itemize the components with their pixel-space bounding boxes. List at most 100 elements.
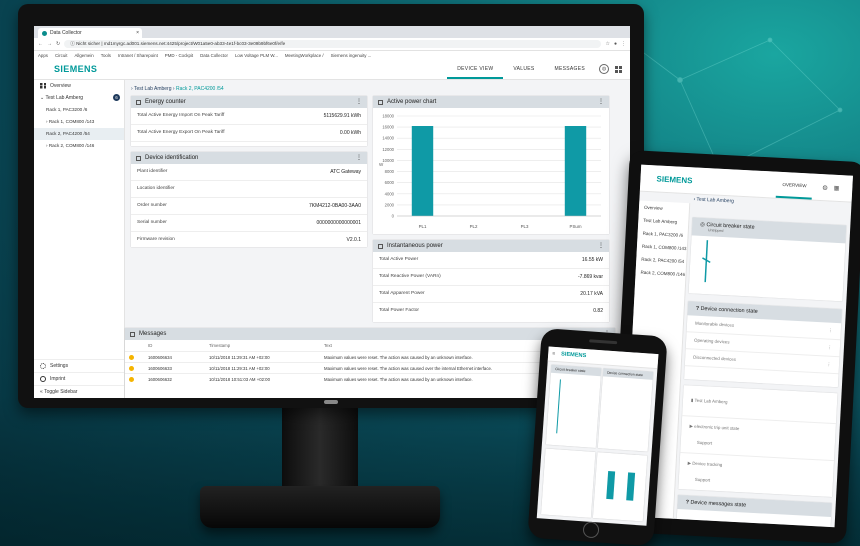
tab-messages[interactable]: MESSAGES: [545, 59, 595, 79]
kv-label: Serial number: [137, 220, 167, 225]
breadcrumb-current[interactable]: Test Lab Amberg: [696, 197, 734, 205]
sidebar-item-imprint[interactable]: Imprint: [34, 372, 124, 385]
more-icon[interactable]: ⋮: [826, 357, 832, 373]
list-item[interactable]: ▶ Device tracking Support: [678, 453, 834, 497]
bookmark-item[interactable]: Apps: [38, 53, 48, 58]
sidebar-item-overview[interactable]: Overview: [34, 80, 124, 92]
browser-tab[interactable]: Data Collector ×: [38, 28, 142, 38]
x-tick-label: PL3: [521, 224, 529, 229]
dashboard-icon: [40, 82, 46, 89]
kv-row: Total Active Energy Import On Peak Tarif…: [131, 108, 367, 125]
home-button[interactable]: [582, 521, 600, 539]
sidebar-item-label: Rack 2, COM800 /146: [48, 143, 95, 148]
x-tick-label: PL2: [470, 224, 478, 229]
bookmark-item[interactable]: Data Collector: [200, 53, 228, 58]
help-icon: ?: [685, 499, 690, 506]
kv-row: Total Apparent Power 20.17 kVA: [373, 286, 609, 303]
phone-card-list: [540, 448, 596, 518]
more-icon[interactable]: ⋮: [356, 96, 362, 108]
circuit-breaker-card: ◎ Circuit breaker state Untripped: [688, 217, 847, 302]
table-cell: [125, 373, 144, 384]
kv-row: Location identifier: [131, 181, 367, 198]
address-bar[interactable]: ⓘ Nicht sicher | md1myrgc.ad001.siemens.…: [64, 40, 602, 48]
column-header-icon: [125, 340, 144, 352]
card-header: Energy counter ⋮: [131, 96, 367, 108]
table-cell: 10/11/2018 10:51:03 AM +02:00: [205, 373, 320, 384]
sidebar-item-rack2-com800[interactable]: Rack 2, COM800 /146: [635, 265, 686, 281]
more-icon[interactable]: ⋮: [356, 152, 362, 164]
play-icon: ▶: [687, 460, 692, 466]
tab-device-view[interactable]: DEVICE VIEW: [447, 59, 504, 79]
tab-overview[interactable]: OVERVIEW: [775, 171, 814, 200]
row-label: electronic trip unit state: [694, 423, 740, 432]
app-header: SIEMENS DEVICE VIEW VALUES MESSAGES ◍: [34, 59, 630, 80]
column-header-timestamp: Timestamp: [209, 343, 231, 348]
bar: [411, 126, 434, 216]
active-power-chart-card: Active power chart ⋮ 18000 16000 14000 1200…: [373, 96, 609, 234]
reload-icon[interactable]: ↻: [56, 41, 60, 47]
sidebar-item-rack2-pac4200[interactable]: Rack 2, PAC4200 /54: [34, 128, 124, 140]
globe-icon[interactable]: ◍: [822, 184, 828, 191]
sidebar-footer: Settings Imprint « Toggle Sidebar: [34, 359, 124, 398]
warning-icon: [129, 376, 134, 382]
bookmark-item[interactable]: Intranet / Sharepoint: [118, 53, 158, 58]
sidebar-item-label: Rack 1, COM800 /143: [48, 119, 95, 124]
profile-icon[interactable]: ●: [614, 41, 617, 47]
phone-speaker: [589, 339, 618, 345]
sidebar-item-label: Test Lab Amberg: [45, 95, 84, 101]
browser-tab-title: Data Collector: [50, 30, 82, 36]
bookmark-item[interactable]: Low Voltage PLM W...: [235, 53, 278, 58]
globe-icon[interactable]: ◍: [599, 64, 609, 74]
card-title: Active power chart: [387, 99, 437, 105]
tab-values[interactable]: VALUES: [503, 59, 544, 79]
table-cell: 1600606634: [144, 351, 205, 363]
more-icon[interactable]: ⋮: [827, 340, 832, 356]
breaker-diagram: [702, 240, 711, 283]
card-title: Device connection state: [602, 368, 654, 380]
chevron-right-icon: ›: [46, 143, 48, 148]
kv-label: Plant identifier: [137, 169, 168, 174]
apps-grid-icon[interactable]: [615, 65, 622, 73]
url-security: Nicht sicher: [76, 41, 101, 46]
y-tick-label: 10000: [382, 158, 394, 163]
kv-row: Total Active Energy Export On Peak Tarif…: [131, 125, 367, 142]
row-label: Test Lab Amberg: [694, 397, 728, 405]
more-icon[interactable]: ⋮: [598, 240, 604, 252]
kv-label: Total Apparent Power: [379, 291, 425, 296]
table-cell: [125, 351, 144, 363]
kv-label: Firmware revision: [137, 237, 175, 242]
card-title: Device messages state: [690, 499, 747, 509]
kv-value: -7.869 kvar: [577, 274, 603, 280]
bar: [564, 126, 587, 216]
bookmark-item[interactable]: Siemens ingenuity ...: [331, 53, 372, 58]
y-tick-label: 18000: [382, 114, 394, 119]
more-icon[interactable]: ⋮: [598, 96, 604, 108]
phone-card-connection: Device connection state: [597, 368, 654, 452]
sidebar-item-rack1-com800[interactable]: › Rack 1, COM800 /143: [34, 116, 124, 128]
kv-row: Total Reactive Power (VARn) -7.869 kvar: [373, 269, 609, 286]
menu-icon[interactable]: ⋮: [621, 41, 626, 47]
forward-icon[interactable]: →: [47, 41, 52, 47]
sidebar-item-rack1-pac3200[interactable]: Rack 1, PAC3200 /6: [34, 104, 124, 116]
apps-grid-icon[interactable]: ▦: [834, 184, 840, 191]
close-icon[interactable]: ×: [136, 28, 139, 38]
more-icon[interactable]: ⋮: [828, 323, 833, 339]
card-header: ? Device messages state: [677, 494, 832, 518]
bookmark-item[interactable]: PMD - Cockpit: [165, 53, 193, 58]
y-tick-label: 0: [392, 214, 395, 219]
sidebar-item-settings[interactable]: Settings: [34, 359, 124, 372]
bookmark-item[interactable]: Allgemein: [74, 53, 93, 58]
sidebar-item-rack2-com800[interactable]: › Rack 2, COM800 /146: [34, 140, 124, 152]
breadcrumb-parent[interactable]: Test Lab Amberg: [134, 86, 172, 92]
bookmark-item[interactable]: Circuit: [55, 53, 67, 58]
y-tick-label: 4000: [385, 191, 395, 196]
bookmark-item[interactable]: MeetingWorkplace /: [285, 53, 324, 58]
star-icon[interactable]: ☆: [605, 41, 609, 47]
back-icon[interactable]: ←: [38, 41, 43, 47]
kv-value: 20.17 kVA: [580, 291, 603, 297]
sidebar-item-test-lab-amberg[interactable]: ⌄ Test Lab Amberg 6: [34, 92, 124, 104]
table-cell: 1600606632: [144, 373, 205, 384]
siemens-logo: SIEMENS: [656, 173, 693, 185]
bookmark-item[interactable]: Tools: [101, 53, 111, 58]
url-text: md1myrgc.ad001.siemens.net:4425/project/…: [103, 41, 286, 46]
